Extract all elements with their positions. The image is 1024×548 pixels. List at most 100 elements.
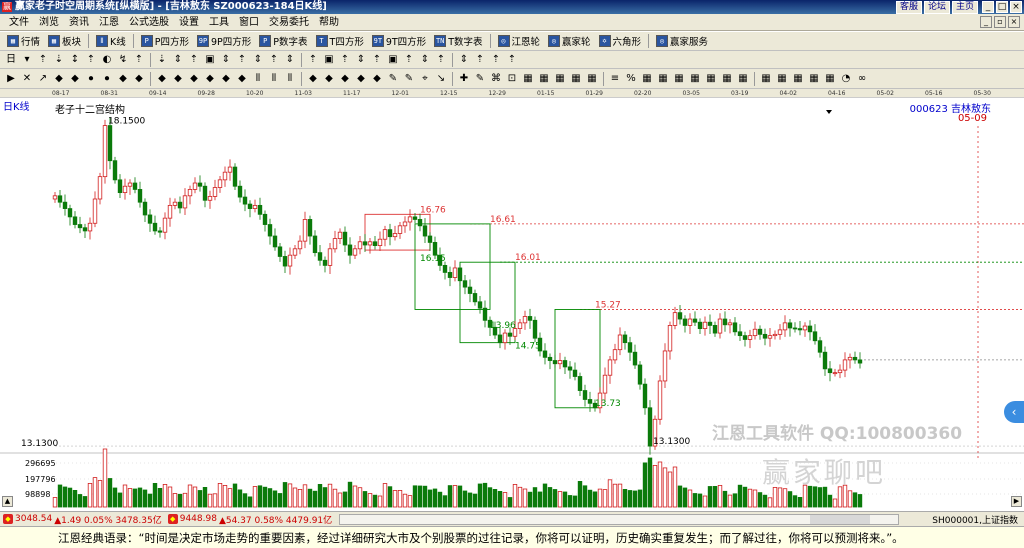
child-close-button[interactable]: ×: [1008, 16, 1020, 28]
toolbar-button[interactable]: ◎ 江恩轮: [494, 33, 545, 50]
drawing-tool-icon[interactable]: ▦: [823, 72, 837, 86]
drawing-tool-icon[interactable]: ◔: [839, 72, 853, 86]
menu-help[interactable]: 帮助: [314, 14, 344, 31]
toolbar-button[interactable]: ⫴ K线: [92, 33, 130, 50]
drawing-tool-icon[interactable]: ⌖: [418, 72, 432, 86]
period-tool-icon[interactable]: ⇡: [132, 53, 146, 67]
drawing-tool-icon[interactable]: ▦: [775, 72, 789, 86]
period-tool-icon[interactable]: ⇡: [84, 53, 98, 67]
customer-service-link[interactable]: 客服: [895, 1, 922, 14]
sh-index-segment[interactable]: ◆ 3048.54 ▲1.49 0.05% 3478.35亿: [0, 513, 165, 526]
drawing-tool-icon[interactable]: ⊡: [505, 72, 519, 86]
drawing-tool-icon[interactable]: ▦: [791, 72, 805, 86]
drawing-tool-icon[interactable]: ▦: [704, 72, 718, 86]
toolbar-button[interactable]: 9P 9P四方形: [193, 33, 255, 50]
menu-browse[interactable]: 浏览: [34, 14, 64, 31]
period-tool-icon[interactable]: ⇡: [505, 53, 519, 67]
menu-settings[interactable]: 设置: [174, 14, 204, 31]
maximize-button[interactable]: □: [996, 1, 1008, 13]
toolbar-button[interactable]: P P数字表: [255, 33, 311, 50]
toolbar-button[interactable]: ◎ 赢家轮: [544, 33, 595, 50]
period-tool-icon[interactable]: 日: [4, 53, 18, 67]
period-tool-icon[interactable]: ⇡: [473, 53, 487, 67]
menu-window[interactable]: 窗口: [234, 14, 264, 31]
child-restore-button[interactable]: ▫: [994, 16, 1006, 28]
drawing-tool-icon[interactable]: ▦: [553, 72, 567, 86]
drawing-tool-icon[interactable]: ▦: [807, 72, 821, 86]
toolbar-button[interactable]: P P四方形: [137, 33, 193, 50]
drawing-tool-icon[interactable]: ▦: [656, 72, 670, 86]
period-tool-icon[interactable]: ⇡: [267, 53, 281, 67]
period-tool-icon[interactable]: ⇡: [306, 53, 320, 67]
period-tool-icon[interactable]: ↯: [116, 53, 130, 67]
drawing-tool-icon[interactable]: ⦁: [100, 72, 114, 86]
period-tool-icon[interactable]: ⇡: [338, 53, 352, 67]
drawing-tool-icon[interactable]: ◆: [171, 72, 185, 86]
drawing-tool-icon[interactable]: ▦: [688, 72, 702, 86]
period-tool-icon[interactable]: ⇕: [251, 53, 265, 67]
menu-file[interactable]: 文件: [4, 14, 34, 31]
period-tool-icon[interactable]: ⇕: [457, 53, 471, 67]
chart-panel[interactable]: 18.1500 13.1300 16.76 16.61 16.01 16.15 15.27 1…: [0, 98, 1024, 510]
drawing-tool-icon[interactable]: ◆: [116, 72, 130, 86]
menu-tools[interactable]: 工具: [204, 14, 234, 31]
drawing-tool-icon[interactable]: ⫴: [267, 72, 281, 86]
drawing-tool-icon[interactable]: ◆: [235, 72, 249, 86]
drawing-tool-icon[interactable]: ◆: [68, 72, 82, 86]
drawing-tool-icon[interactable]: ◆: [322, 72, 336, 86]
drawing-tool-icon[interactable]: ↗: [36, 72, 50, 86]
drawing-tool-icon[interactable]: ↘: [434, 72, 448, 86]
period-tool-icon[interactable]: ▣: [386, 53, 400, 67]
period-tool-icon[interactable]: ⇡: [489, 53, 503, 67]
period-tool-icon[interactable]: ⇕: [171, 53, 185, 67]
period-tool-icon[interactable]: ◐: [100, 53, 114, 67]
toolbar-button[interactable]: TN T数字表: [430, 33, 486, 50]
drawing-tool-icon[interactable]: ▦: [585, 72, 599, 86]
period-tool-icon[interactable]: ⇡: [370, 53, 384, 67]
drawing-tool-icon[interactable]: ≡: [608, 72, 622, 86]
period-tool-icon[interactable]: ▣: [203, 53, 217, 67]
drawing-tool-icon[interactable]: ⫴: [283, 72, 297, 86]
drawing-tool-icon[interactable]: ▦: [720, 72, 734, 86]
period-tool-icon[interactable]: ⇡: [434, 53, 448, 67]
period-tool-icon[interactable]: ⇡: [187, 53, 201, 67]
toolbar-button[interactable]: T T四方形: [312, 33, 368, 50]
drawing-tool-icon[interactable]: ▶: [4, 72, 18, 86]
period-tool-icon[interactable]: ↕: [68, 53, 82, 67]
scroll-up-icon[interactable]: ▲: [2, 496, 13, 507]
toolbar-button[interactable]: ▦ 行情: [3, 33, 44, 50]
drawing-tool-icon[interactable]: ▦: [521, 72, 535, 86]
drawing-tool-icon[interactable]: ◆: [306, 72, 320, 86]
drawing-tool-icon[interactable]: ◆: [219, 72, 233, 86]
homepage-link[interactable]: 主页: [951, 1, 978, 14]
drawing-tool-icon[interactable]: ◆: [132, 72, 146, 86]
scrollbar-thumb[interactable]: [810, 514, 871, 524]
toolbar-button[interactable]: ◎ 赢家服务: [652, 33, 712, 50]
drawing-tool-icon[interactable]: ✚: [457, 72, 471, 86]
drawing-tool-icon[interactable]: ▦: [640, 72, 654, 86]
drawing-tool-icon[interactable]: ✕: [20, 72, 34, 86]
drawing-tool-icon[interactable]: ✎: [473, 72, 487, 86]
drawing-tool-icon[interactable]: ∞: [855, 72, 869, 86]
drawing-tool-icon[interactable]: ⫴: [251, 72, 265, 86]
forum-link[interactable]: 论坛: [923, 1, 950, 14]
candlestick-chart[interactable]: 18.1500 13.1300 16.76 16.61 16.01 16.15 15.27 1…: [0, 98, 1024, 510]
side-expand-icon[interactable]: ‹: [1004, 401, 1024, 423]
period-tool-icon[interactable]: ⇕: [283, 53, 297, 67]
drawing-tool-icon[interactable]: ◆: [187, 72, 201, 86]
period-tool-icon[interactable]: ⇕: [219, 53, 233, 67]
index-code[interactable]: SH000001,上证指数: [929, 513, 1024, 526]
menu-trading[interactable]: 交易委托: [264, 14, 314, 31]
menu-formula-screening[interactable]: 公式选股: [124, 14, 174, 31]
period-tool-icon[interactable]: ▣: [322, 53, 336, 67]
period-tool-icon[interactable]: ⇡: [36, 53, 50, 67]
drawing-tool-icon[interactable]: ✎: [386, 72, 400, 86]
close-button[interactable]: ×: [1010, 1, 1022, 13]
drawing-tool-icon[interactable]: ▦: [537, 72, 551, 86]
toolbar-button[interactable]: ✡ 六角形: [595, 33, 646, 50]
drawing-tool-icon[interactable]: ⌘: [489, 72, 503, 86]
drawing-tool-icon[interactable]: ▦: [672, 72, 686, 86]
period-tool-icon[interactable]: ⇣: [52, 53, 66, 67]
drawing-tool-icon[interactable]: ◆: [354, 72, 368, 86]
drawing-tool-icon[interactable]: ◆: [370, 72, 384, 86]
